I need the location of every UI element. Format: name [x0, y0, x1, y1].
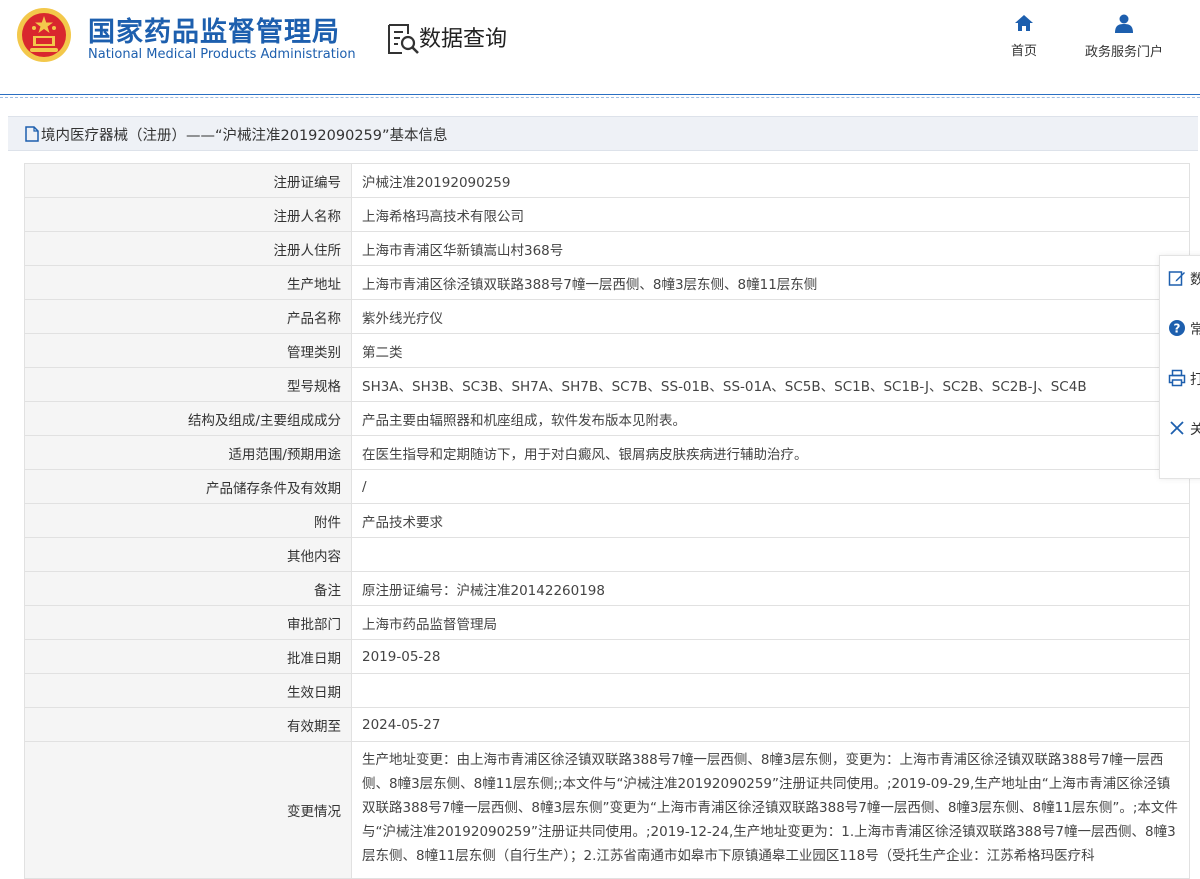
field-value: 沪械注准20192090259 [351, 163, 1190, 198]
field-label: 结构及组成/主要组成成分 [24, 401, 352, 436]
field-label: 审批部门 [24, 605, 352, 640]
field-value: 在医生指导和定期随访下，用于对白癜风、银屑病皮肤疾病进行辅助治疗。 [351, 435, 1190, 470]
field-value: 上海希格玛高技术有限公司 [351, 197, 1190, 232]
floating-toolbar: 数 ? 常 打 关 [1159, 255, 1200, 479]
data-query-title: 数据查询 [419, 27, 508, 52]
field-value: 2019-05-28 [351, 639, 1190, 674]
field-label: 批准日期 [24, 639, 352, 674]
org-name-cn: 国家药品监督管理局 [88, 17, 340, 48]
home-icon [1015, 15, 1033, 31]
table-row: 注册人名称 上海希格玛高技术有限公司 [24, 197, 1190, 232]
table-row: 有效期至 2024-05-27 [24, 707, 1190, 742]
float-item-close[interactable]: 关 [1160, 406, 1200, 454]
float-item-label: 数 [1190, 272, 1200, 288]
question-icon: ? [1169, 320, 1185, 336]
site-header: 国家药品监督管理局 National Medical Products Admi… [0, 0, 1200, 94]
table-row: 生效日期 [24, 673, 1190, 708]
table-row: 批准日期 2019-05-28 [24, 639, 1190, 674]
table-row: 产品储存条件及有效期 / [24, 469, 1190, 504]
field-label: 附件 [24, 503, 352, 538]
field-value: 第二类 [351, 333, 1190, 368]
svg-text:?: ? [1174, 322, 1181, 336]
table-row: 附件 产品技术要求 [24, 503, 1190, 538]
table-row: 其他内容 [24, 537, 1190, 572]
device-info-table: 注册证编号 沪械注准20192090259 注册人名称 上海希格玛高技术有限公司 注… [24, 163, 1190, 879]
field-value: 产品主要由辐照器和机座组成，软件发布版本见附表。 [351, 401, 1190, 436]
field-value: SH3A、SH3B、SC3B、SH7A、SH7B、SC7B、SS-01B、SS-… [351, 367, 1190, 402]
field-value: 原注册证编号：沪械注准20142260198 [351, 571, 1190, 606]
data-query-icon [388, 24, 419, 54]
float-item-faq[interactable]: ? 常 [1160, 306, 1200, 354]
field-label: 注册人名称 [24, 197, 352, 232]
field-value: 上海市药品监督管理局 [351, 605, 1190, 640]
field-label: 产品名称 [24, 299, 352, 334]
close-icon [1170, 421, 1184, 435]
field-value: 2024-05-27 [351, 707, 1190, 742]
table-row: 变更情况 生产地址变更：由上海市青浦区徐泾镇双联路388号7幢一层西侧、8幢3层东… [24, 741, 1190, 879]
field-value [351, 537, 1190, 572]
document-icon [25, 126, 39, 142]
field-label: 型号规格 [24, 367, 352, 402]
table-row: 审批部门 上海市药品监督管理局 [24, 605, 1190, 640]
header-divider [0, 94, 1200, 95]
user-icon [1115, 14, 1133, 33]
table-row: 注册人住所 上海市青浦区华新镇嵩山村368号 [24, 231, 1190, 266]
table-row: 注册证编号 沪械注准20192090259 [24, 163, 1190, 198]
field-value: / [351, 469, 1190, 504]
field-value: 产品技术要求 [351, 503, 1190, 538]
float-item-label: 打 [1190, 372, 1200, 388]
nav-service-portal[interactable]: 政务服务门户 [1076, 14, 1172, 60]
org-name-en: National Medical Products Administration [88, 47, 356, 62]
field-label: 生产地址 [24, 265, 352, 300]
table-row: 管理类别 第二类 [24, 333, 1190, 368]
field-value: 生产地址变更：由上海市青浦区徐泾镇双联路388号7幢一层西侧、8幢3层东侧，变更… [351, 741, 1190, 879]
field-label: 有效期至 [24, 707, 352, 742]
field-label: 管理类别 [24, 333, 352, 368]
float-item-label: 常 [1190, 322, 1200, 338]
field-value: 上海市青浦区徐泾镇双联路388号7幢一层西侧、8幢3层东侧、8幢11层东侧 [351, 265, 1190, 300]
nav-service-portal-label: 政务服务门户 [1084, 45, 1163, 60]
float-item-print[interactable]: 打 [1160, 356, 1200, 404]
table-row: 型号规格 SH3A、SH3B、SC3B、SH7A、SH7B、SC7B、SS-01B… [24, 367, 1190, 402]
field-label: 适用范围/预期用途 [24, 435, 352, 470]
field-value [351, 673, 1190, 708]
national-emblem-icon [17, 8, 71, 62]
field-value: 紫外线光疗仪 [351, 299, 1190, 334]
table-row: 备注 原注册证编号：沪械注准20142260198 [24, 571, 1190, 606]
field-label: 生效日期 [24, 673, 352, 708]
field-label: 其他内容 [24, 537, 352, 572]
nav-home-label: 首页 [1010, 44, 1037, 59]
field-label: 注册证编号 [24, 163, 352, 198]
float-item-data[interactable]: 数 [1160, 256, 1200, 304]
field-value: 上海市青浦区华新镇嵩山村368号 [351, 231, 1190, 266]
print-icon [1168, 369, 1186, 387]
field-label: 变更情况 [24, 741, 352, 879]
field-label: 备注 [24, 571, 352, 606]
detail-title-bar: 境内医疗器械（注册）——“沪械注准20192090259”基本信息 [8, 116, 1198, 151]
table-row: 结构及组成/主要组成成分 产品主要由辐照器和机座组成，软件发布版本见附表。 [24, 401, 1190, 436]
table-row: 适用范围/预期用途 在医生指导和定期随访下，用于对白癜风、银屑病皮肤疾病进行辅助治… [24, 435, 1190, 470]
nav-home[interactable]: 首页 [1002, 14, 1046, 59]
float-item-label: 关 [1190, 422, 1200, 438]
field-label: 注册人住所 [24, 231, 352, 266]
edit-icon [1168, 271, 1185, 286]
field-label: 产品储存条件及有效期 [24, 469, 352, 504]
header-divider-dashed [0, 97, 1200, 98]
table-row: 产品名称 紫外线光疗仪 [24, 299, 1190, 334]
table-row: 生产地址 上海市青浦区徐泾镇双联路388号7幢一层西侧、8幢3层东侧、8幢11层东… [24, 265, 1190, 300]
page-title: 境内医疗器械（注册）——“沪械注准20192090259”基本信息 [41, 128, 448, 144]
